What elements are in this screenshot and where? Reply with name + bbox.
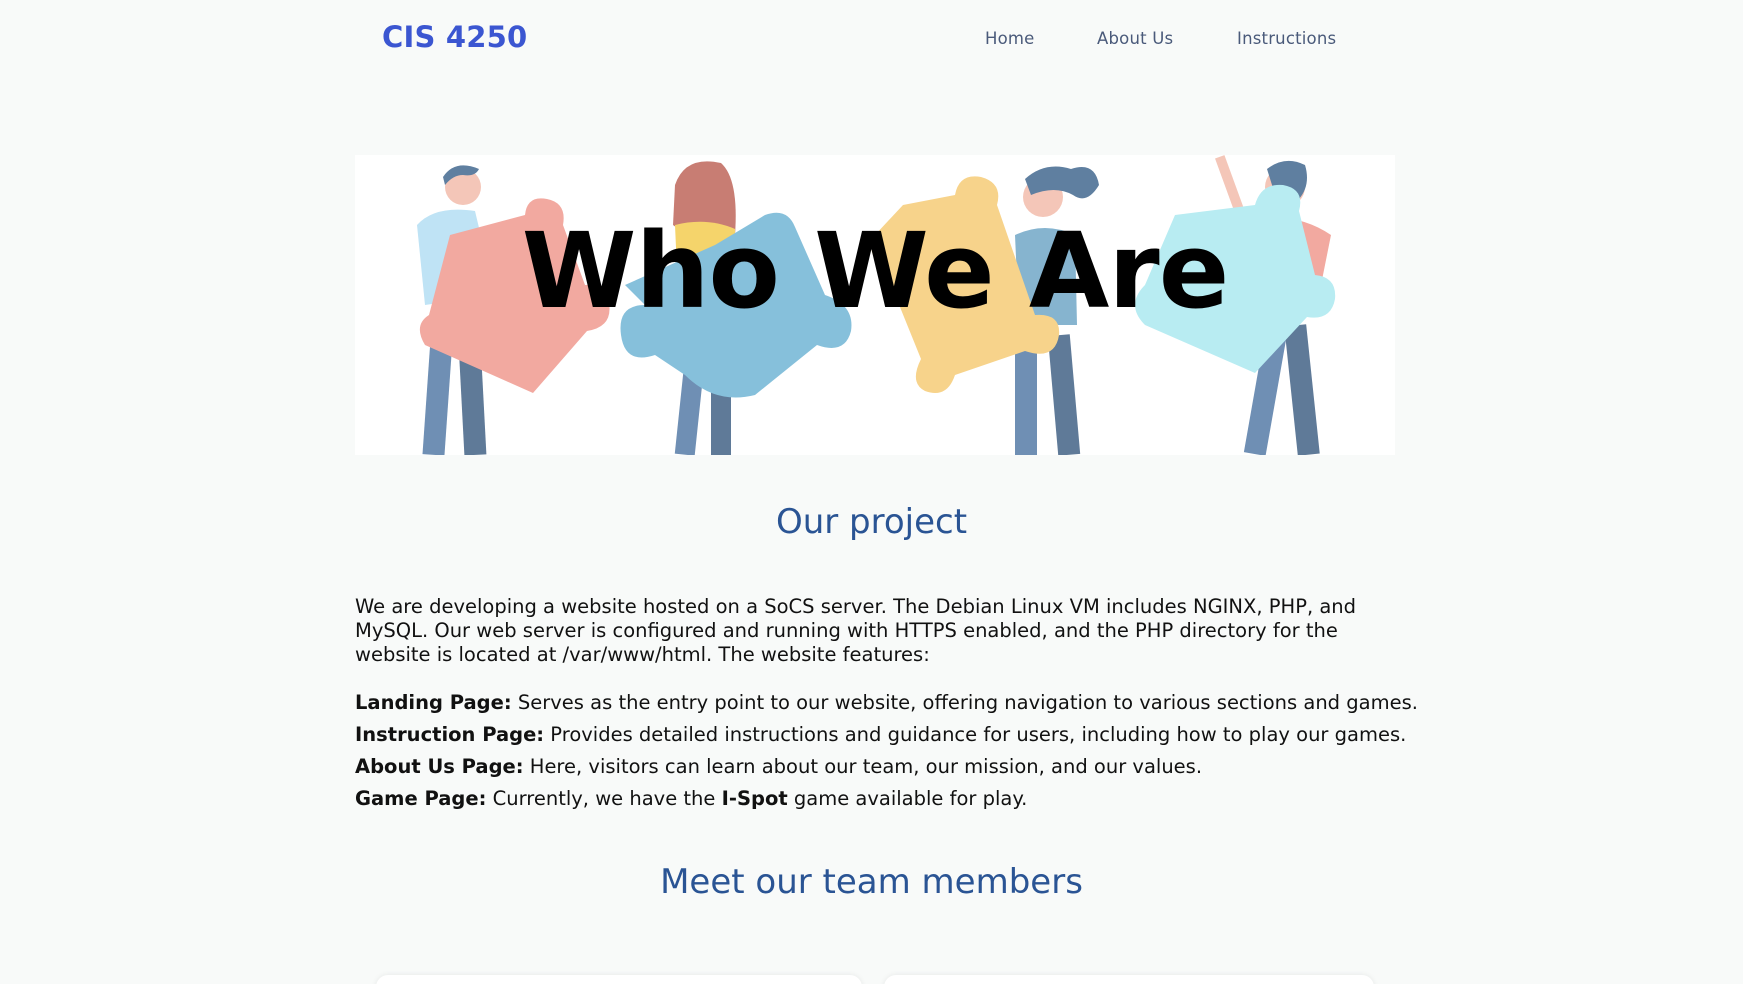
team-member-card: [376, 975, 862, 984]
nav-link-home[interactable]: Home: [985, 29, 1035, 48]
feature-item-about: About Us Page: Here, visitors can learn …: [355, 755, 1455, 787]
team-heading: Meet our team members: [660, 862, 1083, 902]
nav-link-about-us[interactable]: About Us: [1097, 29, 1173, 48]
navbar: CIS 4250 Home About Us Instructions: [0, 0, 1743, 80]
team-member-card: [884, 975, 1374, 984]
hero-title: Who We Are: [521, 210, 1229, 332]
feature-item-game: Game Page: Currently, we have the I-Spot…: [355, 787, 1455, 819]
feature-label: Landing Page:: [355, 691, 512, 714]
feature-item-instruction: Instruction Page: Provides detailed inst…: [355, 723, 1455, 755]
feature-list: Landing Page: Serves as the entry point …: [355, 691, 1455, 819]
feature-item-landing: Landing Page: Serves as the entry point …: [355, 691, 1455, 723]
feature-label: Instruction Page:: [355, 723, 545, 746]
game-name-highlight: I-Spot: [721, 787, 788, 810]
nav-link-instructions[interactable]: Instructions: [1237, 29, 1336, 48]
project-heading: Our project: [775, 502, 968, 542]
feature-text: Serves as the entry point to our website…: [511, 691, 1418, 714]
nav-links: Home About Us Instructions: [0, 29, 1743, 53]
feature-label: Game Page:: [355, 787, 487, 810]
project-intro: We are developing a website hosted on a …: [355, 595, 1357, 666]
feature-text: Currently, we have the: [486, 787, 722, 810]
feature-label: About Us Page:: [355, 755, 524, 778]
hero-banner: Who We Are: [355, 155, 1395, 455]
feature-text: Provides detailed instructions and guida…: [544, 723, 1407, 746]
feature-text: game available for play.: [787, 787, 1028, 810]
feature-text: Here, visitors can learn about our team,…: [523, 755, 1203, 778]
